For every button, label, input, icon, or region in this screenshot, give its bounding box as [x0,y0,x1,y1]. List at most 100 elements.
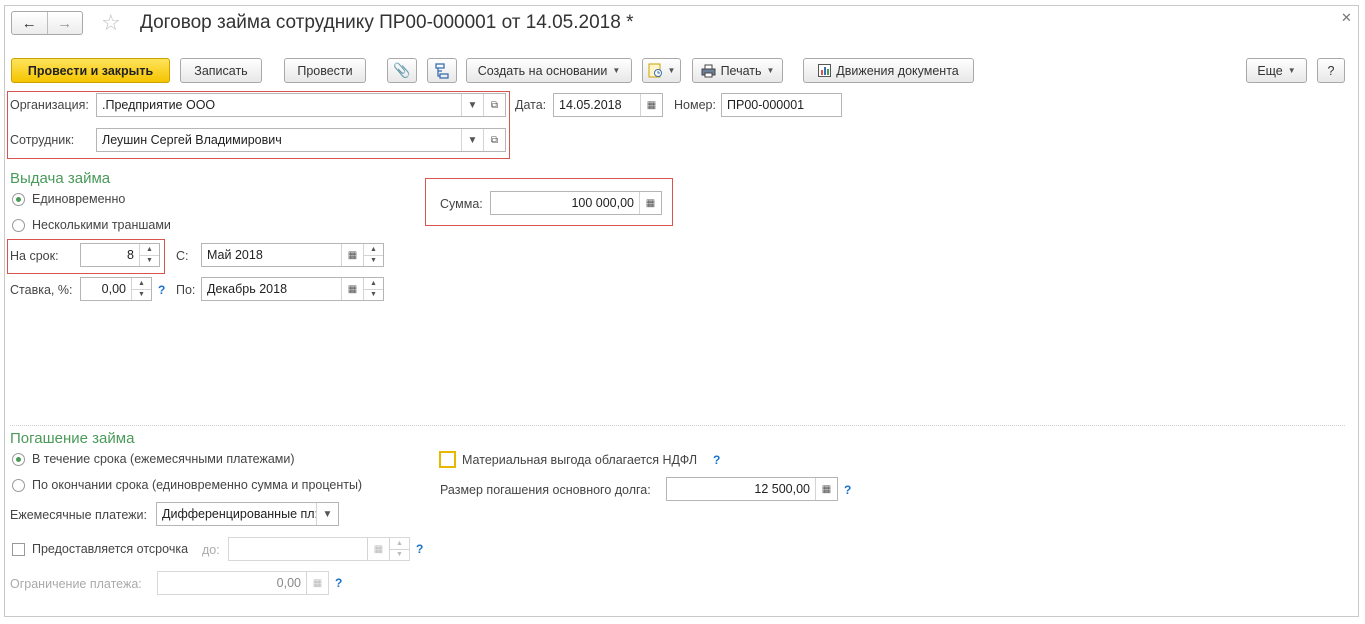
calendar-icon[interactable]: ▦ [367,538,389,560]
chevron-down-icon: ▼ [1287,66,1296,75]
close-icon[interactable]: ✕ [1341,10,1352,26]
radio-once[interactable] [12,193,25,206]
deferral-stepper[interactable]: ▲ ▼ [389,538,409,560]
spin-down-icon[interactable]: ▼ [364,254,383,267]
from-value: Май 2018 [207,248,263,262]
save-button[interactable]: Записать [180,58,262,83]
radio-monthly[interactable] [12,453,25,466]
org-field[interactable]: .Предприятие ООО ▼ ⧉ [96,93,506,117]
open-icon[interactable]: ⧉ [483,94,505,116]
calculator-icon[interactable]: ▦ [639,192,661,214]
principal-help-icon[interactable]: ? [844,483,851,497]
from-label: С: [176,249,189,263]
calendar-icon[interactable]: ▦ [341,278,363,300]
print-label: Печать [720,63,762,78]
open-icon[interactable]: ⧉ [483,129,505,151]
term-value: 8 [127,248,134,262]
limit-field[interactable]: 0,00 ▦ [157,571,329,595]
calculator-icon[interactable]: ▦ [306,572,328,594]
deferral-until-field[interactable]: ▦ ▲ ▼ [228,537,410,561]
post-and-close-button[interactable]: Провести и закрыть [11,58,170,83]
principal-field[interactable]: 12 500,00 ▦ [666,477,838,501]
chevron-down-icon[interactable]: ▼ [461,129,483,151]
date-label: Дата: [515,98,547,112]
radio-tranches[interactable] [12,219,25,232]
rate-value: 0,00 [101,282,126,296]
star-icon[interactable]: ☆ [101,11,121,35]
section-divider [10,425,1345,426]
org-value: .Предприятие ООО [102,98,216,112]
rate-field[interactable]: 0,00 ▲ ▼ [80,277,152,301]
radio-tranches-label: Несколькими траншами [32,218,171,232]
structure-icon [435,62,449,79]
chevron-down-icon[interactable]: ▼ [461,94,483,116]
rate-help-icon[interactable]: ? [158,283,165,297]
amount-value: 100 000,00 [571,196,634,210]
save-label: Записать [194,63,248,78]
from-stepper[interactable]: ▲ ▼ [363,244,383,266]
post-label: Провести [297,63,353,78]
term-label: На срок: [10,249,59,263]
report-button[interactable]: ▼ [642,58,681,83]
monthly-payments-label: Ежемесячные платежи: [10,508,147,522]
spin-up-icon[interactable]: ▲ [132,278,151,289]
radio-monthly-label: В течение срока (ежемесячными платежами) [32,452,295,466]
monthly-payments-select[interactable]: Дифференцированные пл: ▼ [156,502,339,526]
radio-end-of-term[interactable] [12,479,25,492]
spin-down-icon[interactable]: ▼ [132,288,151,301]
calendar-icon[interactable]: ▦ [640,94,662,116]
chevron-down-icon[interactable]: ▼ [316,503,338,525]
print-button[interactable]: Печать ▼ [692,58,783,83]
principal-label: Размер погашения основного долга: [440,483,651,497]
attach-button[interactable]: 📎 [387,58,417,83]
more-button[interactable]: Еще ▼ [1246,58,1307,83]
calculator-icon[interactable]: ▦ [815,478,837,500]
to-label: По: [176,283,196,297]
spin-up-icon[interactable]: ▲ [140,244,159,255]
spin-down-icon[interactable]: ▼ [364,288,383,301]
ndfl-label: Материальная выгода облагается НДФЛ [462,453,698,467]
chevron-down-icon: ▼ [667,66,676,75]
from-field[interactable]: Май 2018 ▦ ▲ ▼ [201,243,384,267]
document-movements-button[interactable]: Движения документа [803,58,974,83]
create-based-on-button[interactable]: Создать на основании ▼ [466,58,632,83]
employee-label: Сотрудник: [10,133,75,147]
spin-up-icon[interactable]: ▲ [390,538,409,549]
amount-field[interactable]: 100 000,00 ▦ [490,191,662,215]
to-stepper[interactable]: ▲ ▼ [363,278,383,300]
term-field[interactable]: 8 ▲ ▼ [80,243,160,267]
ndfl-checkbox[interactable] [439,451,456,468]
spin-up-icon[interactable]: ▲ [364,244,383,255]
date-field[interactable]: 14.05.2018 ▦ [553,93,663,117]
deferral-checkbox[interactable] [12,543,25,556]
document-movements-label: Движения документа [836,63,959,78]
limit-help-icon[interactable]: ? [335,576,342,590]
help-label: ? [1327,63,1335,78]
spin-down-icon[interactable]: ▼ [390,548,409,561]
help-button[interactable]: ? [1317,58,1345,83]
term-stepper[interactable]: ▲ ▼ [139,244,159,266]
employee-field[interactable]: Леушин Сергей Владимирович ▼ ⧉ [96,128,506,152]
spin-down-icon[interactable]: ▼ [140,254,159,267]
arrow-right-icon[interactable]: → [46,12,83,34]
structure-button[interactable] [427,58,457,83]
more-label: Еще [1257,63,1283,78]
issue-section-title: Выдача займа [10,170,111,187]
deferral-until-label: до: [202,543,220,557]
principal-value: 12 500,00 [754,482,810,496]
chevron-down-icon: ▼ [612,66,621,75]
post-button[interactable]: Провести [284,58,366,83]
org-label: Организация: [10,98,89,112]
arrow-left-icon[interactable]: ← [12,12,47,34]
number-field[interactable]: ПР00-000001 [721,93,842,117]
ndfl-help-icon[interactable]: ? [713,453,720,467]
rate-stepper[interactable]: ▲ ▼ [131,278,151,300]
spin-up-icon[interactable]: ▲ [364,278,383,289]
post-and-close-label: Провести и закрыть [27,63,154,78]
radio-once-label: Единовременно [32,192,126,206]
paperclip-icon: 📎 [393,62,411,78]
deferral-help-icon[interactable]: ? [416,542,423,556]
calendar-icon[interactable]: ▦ [341,244,363,266]
to-field[interactable]: Декабрь 2018 ▦ ▲ ▼ [201,277,384,301]
rate-label: Ставка, %: [10,283,73,297]
